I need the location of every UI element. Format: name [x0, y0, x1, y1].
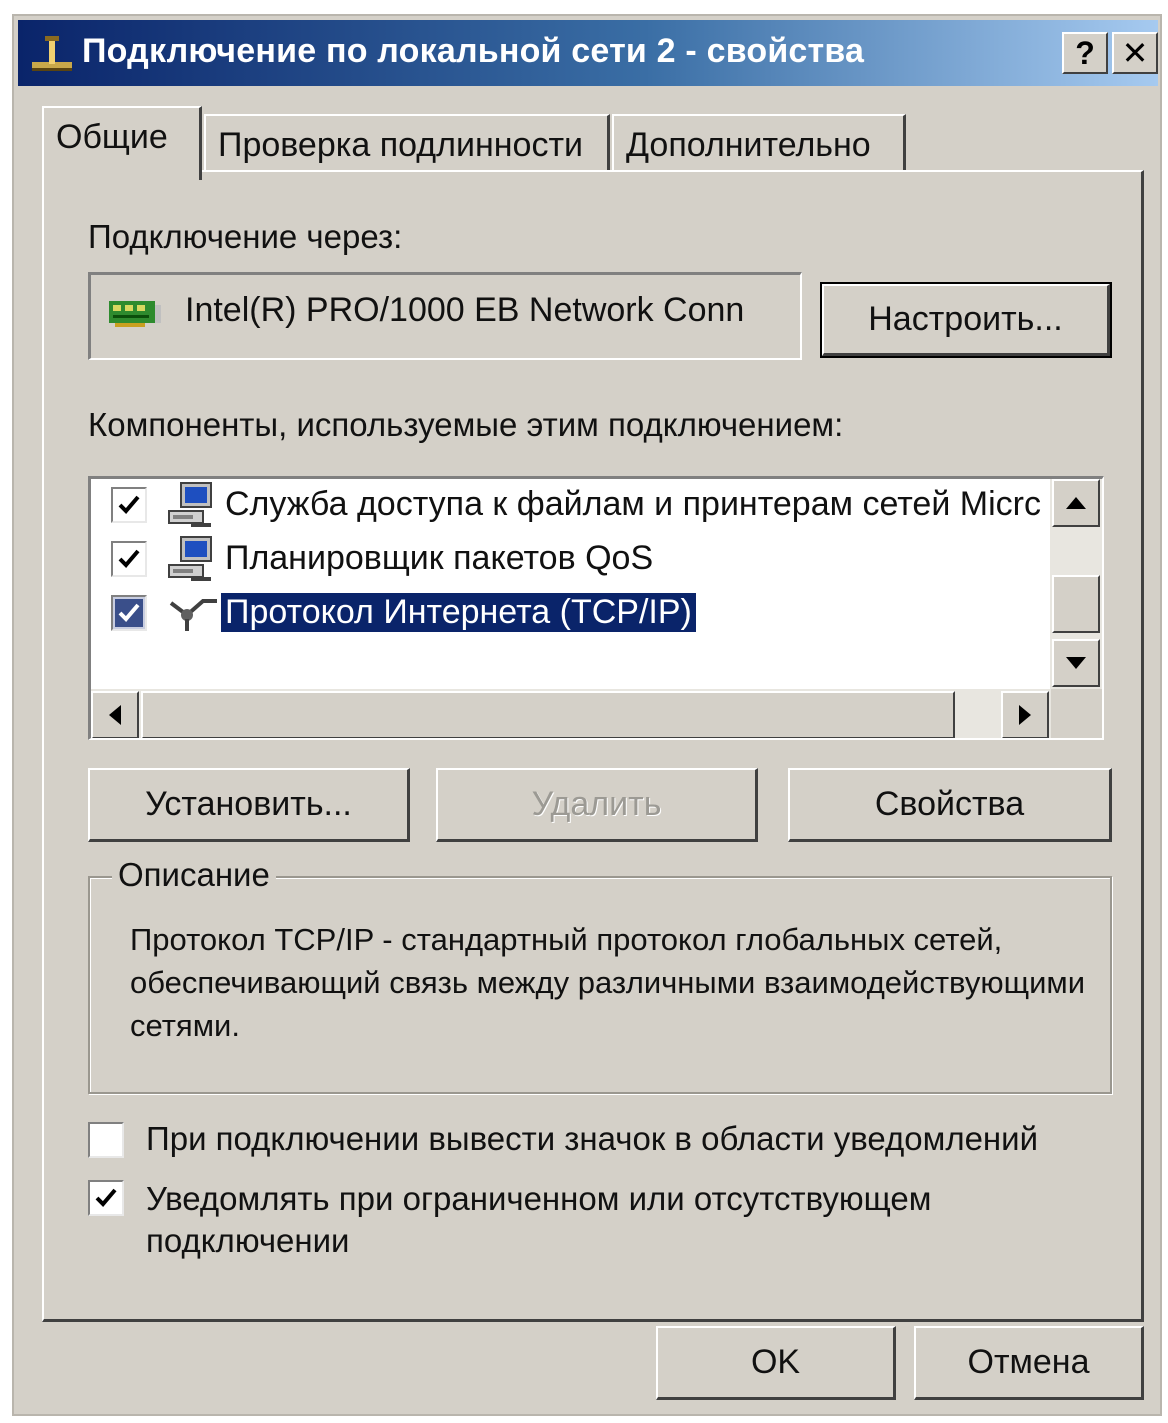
description-text: Протокол TCP/IP - стандартный протокол г… — [130, 922, 1086, 1043]
component-checkbox[interactable] — [111, 595, 147, 631]
component-label: Планировщик пакетов QoS — [225, 539, 654, 577]
component-label: Служба доступа к файлам и принтерам сете… — [225, 485, 1041, 523]
help-icon: ? — [1075, 35, 1095, 71]
adapter-name: Intel(R) PRO/1000 EB Network Conn — [185, 291, 745, 329]
component-checkbox[interactable] — [111, 541, 147, 577]
tab-advanced[interactable]: Дополнительно — [612, 114, 906, 178]
limited-connectivity-option[interactable]: Уведомлять при ограниченном или отсутств… — [88, 1176, 1128, 1266]
uninstall-button-label: Удалить — [531, 785, 662, 823]
components-list[interactable]: Служба доступа к файлам и принтерам сете… — [88, 476, 1104, 740]
scroll-corner — [1051, 689, 1102, 738]
arrow-down-icon — [1066, 657, 1086, 669]
configure-button[interactable]: Настроить... — [820, 282, 1112, 358]
notify-icon-option[interactable]: При подключении вывести значок в области… — [88, 1118, 1128, 1162]
arrow-up-icon — [1066, 497, 1086, 509]
notify-icon-checkbox[interactable] — [88, 1122, 124, 1158]
install-button-label: Установить... — [145, 785, 352, 823]
configure-button-label: Настроить... — [868, 300, 1063, 338]
protocol-icon — [167, 589, 219, 637]
help-button[interactable]: ? — [1062, 32, 1108, 74]
network-service-icon — [167, 481, 219, 529]
tab-general[interactable]: Общие — [42, 106, 202, 180]
scroll-left-button[interactable] — [91, 691, 139, 738]
ok-button-label: OK — [750, 1343, 801, 1381]
list-item[interactable]: Служба доступа к файлам и принтерам сете… — [91, 479, 1051, 531]
network-service-icon — [167, 535, 219, 583]
scroll-thumb-horizontal[interactable] — [141, 691, 955, 738]
ok-button[interactable]: OK — [656, 1326, 896, 1400]
components-label: Компоненты, используемые этим подключени… — [88, 406, 844, 443]
properties-button[interactable]: Свойства — [788, 768, 1112, 842]
description-legend: Описание — [112, 856, 276, 894]
notify-icon-label: При подключении вывести значок в области… — [146, 1120, 1039, 1157]
scroll-right-button[interactable] — [1001, 691, 1049, 738]
arrow-right-icon — [1019, 705, 1031, 725]
adapter-field: Intel(R) PRO/1000 EB Network Conn — [88, 272, 802, 360]
properties-button-label: Свойства — [874, 785, 1025, 823]
cancel-button-label: Отмена — [967, 1343, 1090, 1381]
window-title: Подключение по локальной сети 2 - свойст… — [82, 32, 865, 70]
close-button[interactable]: ✕ — [1112, 32, 1158, 74]
properties-dialog: Подключение по локальной сети 2 - свойст… — [12, 14, 1162, 1416]
scroll-up-button[interactable] — [1052, 479, 1100, 527]
horizontal-scrollbar[interactable] — [91, 689, 1051, 738]
cancel-button[interactable]: Отмена — [914, 1326, 1144, 1400]
connect-via-label: Подключение через: — [88, 218, 403, 255]
uninstall-button[interactable]: Удалить — [436, 768, 758, 842]
limited-connectivity-checkbox[interactable] — [88, 1180, 124, 1216]
component-checkbox[interactable] — [111, 487, 147, 523]
limited-connectivity-label: Уведомлять при ограниченном или отсутств… — [146, 1180, 932, 1259]
install-button[interactable]: Установить... — [88, 768, 410, 842]
list-item-selected[interactable]: Протокол Интернета (TCP/IP) — [91, 587, 1051, 639]
arrow-left-icon — [109, 705, 121, 725]
scroll-down-button[interactable] — [1052, 639, 1100, 687]
close-icon: ✕ — [1121, 35, 1149, 71]
network-adapter-icon — [109, 295, 161, 336]
tab-authentication[interactable]: Проверка подлинности — [204, 114, 610, 178]
list-item[interactable]: Планировщик пакетов QoS — [91, 533, 1051, 585]
vertical-scrollbar[interactable] — [1050, 479, 1102, 689]
scroll-thumb[interactable] — [1052, 575, 1100, 633]
tab-label: Общие — [56, 118, 168, 156]
tab-label: Проверка подлинности — [218, 126, 584, 164]
tab-panel-general: Подключение через: Intel(R) PRO/1000 EB … — [42, 170, 1144, 1322]
tab-label: Дополнительно — [626, 126, 871, 164]
component-label: Протокол Интернета (TCP/IP) — [220, 592, 697, 633]
description-group: Описание Протокол TCP/IP - стандартный п… — [88, 856, 1112, 1094]
network-connection-icon — [28, 32, 76, 74]
title-bar[interactable]: Подключение по локальной сети 2 - свойст… — [18, 20, 1158, 86]
